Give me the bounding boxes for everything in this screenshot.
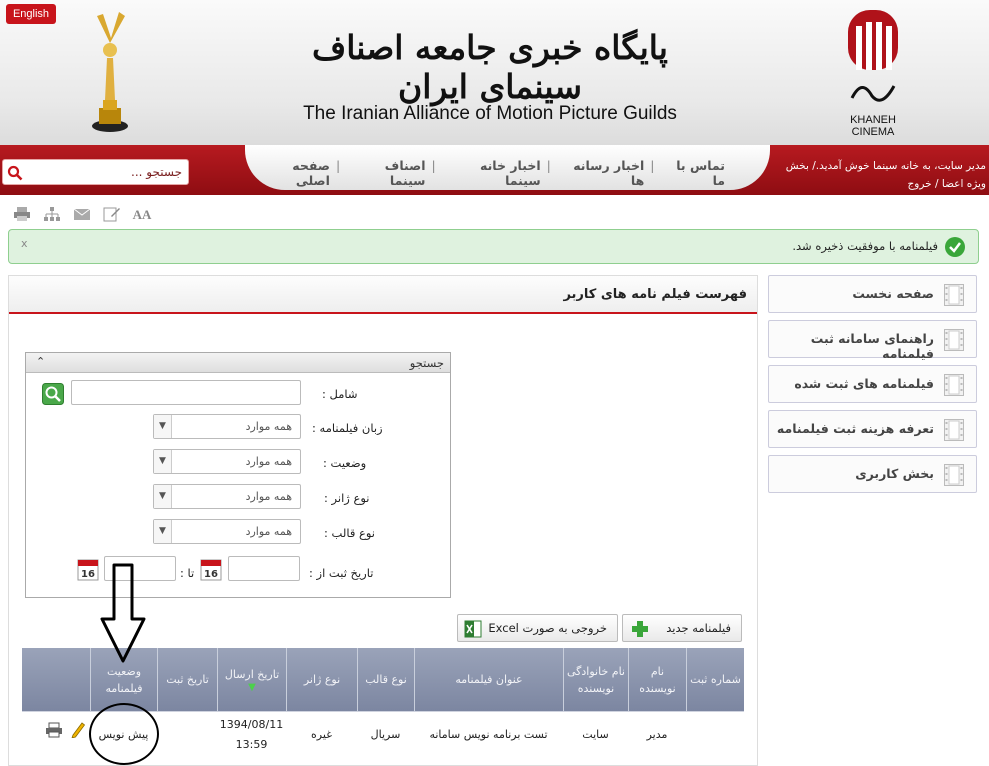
cell-reg-no [686,712,744,758]
export-excel-button[interactable]: خروجی به صورت Excel [457,614,618,642]
edit-pencil-icon[interactable] [70,720,86,738]
col-reg-date[interactable]: تاریخ ثبت [157,648,217,711]
cell-reg-date [157,712,217,758]
col-genre[interactable]: نوع ژانر [286,648,357,711]
logo-text-khaneh: KHANEH [850,114,896,126]
film-icon [944,419,964,441]
col-format[interactable]: نوع قالب [357,648,414,711]
site-search-input[interactable]: جستجو ... [2,159,189,185]
sitemap-icon[interactable] [42,206,62,224]
contains-input[interactable] [71,380,301,405]
sent-time: 13:59 [235,738,268,751]
khaneh-cinema-logo[interactable]: KHANEH CINEMA [842,8,904,138]
date-from-input[interactable] [228,556,300,581]
film-icon [944,464,964,486]
page-toolbar: AA [12,206,152,224]
col-sent-date[interactable]: تاریخ ارسال ▼ [217,648,286,711]
edit-icon[interactable] [102,206,122,224]
trophy-icon [92,12,128,132]
excel-icon [464,620,482,638]
welcome-line-1[interactable]: مدیر سایت، به خانه سینما خوش آمدید./ بخش [776,157,986,175]
film-icon [944,374,964,396]
nav-contact[interactable]: تماس با ما [661,158,725,188]
col-reg-no[interactable]: شماره ثبت [686,648,744,711]
sidebar-item-label: راهنمای سامانه ثبت فیلمنامه [810,331,934,361]
welcome-text: مدیر سایت، به خانه سینما خوش آمدید./ بخش… [776,157,986,193]
date-from-label: تاریخ ثبت از : [309,566,374,580]
genre-label: نوع ژانر : [324,491,370,505]
site-title-english: The Iranian Alliance of Motion Picture G… [303,103,677,124]
contains-label: شامل : [322,387,358,401]
alert-message: فیلمنامه با موفقیت ذخیره شد. [792,239,938,253]
sidebar-item-label: صفحه نخست [852,286,934,301]
main-panel-header: فهرست فیلم نامه های کاربر [9,276,757,314]
chevron-down-icon: ▼ [154,520,172,543]
calendar-day: 16 [204,569,218,580]
sidebar-item-user-area[interactable]: بخش کاربری [768,455,977,493]
search-go-icon[interactable] [42,383,64,405]
col-author-last[interactable]: نام خانوادگی نویسنده [563,648,628,711]
calendar-icon[interactable]: 16 [200,557,222,581]
sidebar-item-home[interactable]: صفحه نخست [768,275,977,313]
cell-author-last: سایت [582,728,609,741]
annotation-circle [89,703,159,765]
cell-title: تست برنامه نویس سامانه [429,728,548,741]
nav-guilds[interactable]: اصناف سینما [346,158,426,188]
page-title: فهرست فیلم نامه های کاربر [563,287,747,302]
sidebar-item-label: بخش کاربری [855,466,934,481]
plus-icon [632,621,648,637]
email-icon[interactable] [72,206,92,224]
cell-format: سریال [370,728,401,741]
sent-date: 1394/08/11 [219,718,284,731]
status-label: وضعیت : [323,456,367,470]
sidebar-item-guide[interactable]: راهنمای سامانه ثبت فیلمنامه [768,320,977,361]
language-select[interactable]: همه موارد ▼ [153,414,301,439]
film-icon [944,284,964,306]
sort-desc-icon: ▼ [248,682,256,693]
genre-select[interactable]: همه موارد ▼ [153,484,301,509]
format-select[interactable]: همه موارد ▼ [153,519,301,544]
cell-sent-date: 1394/08/11 13:59 [217,712,286,758]
search-placeholder: جستجو ... [131,165,182,179]
annotation-arrow-icon [100,563,146,663]
col-author-first[interactable]: نام نویسنده [628,648,686,711]
chevron-down-icon: ▼ [154,485,172,508]
english-language-button[interactable]: English [6,4,56,24]
nav-cinema-news[interactable]: اخبار خانه سینما [442,158,541,188]
status-select[interactable]: همه موارد ▼ [153,449,301,474]
cell-author-first: مدیر [646,728,668,741]
search-icon[interactable] [7,165,23,181]
cell-genre: غیره [311,728,332,741]
welcome-line-2[interactable]: ویژه اعضا / خروج [776,175,986,193]
chevron-down-icon: ▼ [154,415,172,438]
new-screenplay-button[interactable]: فیلمنامه جدید [622,614,742,642]
collapse-chevron-icon[interactable]: ⌃ [36,355,45,368]
print-icon[interactable] [12,206,32,224]
alert-close-button[interactable]: x [21,237,28,250]
sidebar-item-label: تعرفه هزینه ثبت فیلمنامه [776,421,934,436]
format-label: نوع قالب : [324,526,375,540]
col-title[interactable]: عنوان فیلمنامه [414,648,563,711]
sidebar-item-label: فیلمنامه های ثبت شده [794,376,934,391]
col-actions [22,648,90,711]
site-title-persian: پایگاه خبری جامعه اصناف سینمای ایران [311,28,668,106]
main-nav: صفحه اصلی | اصناف سینما | اخبار خانه سینما… [255,158,725,188]
film-icon [944,329,964,351]
chevron-down-icon: ▼ [154,450,172,473]
sidebar-item-fees[interactable]: تعرفه هزینه ثبت فیلمنامه [768,410,977,448]
nav-home[interactable]: صفحه اصلی [255,158,330,188]
print-icon[interactable] [45,722,63,738]
logo-text-cinema: CINEMA [852,126,895,138]
nav-media-news[interactable]: اخبار رسانه ها [557,158,644,188]
search-panel-header[interactable]: جستجو ⌃ [26,353,450,373]
calendar-icon[interactable]: 16 [77,557,99,581]
calendar-day: 16 [81,569,95,580]
language-label: زبان فیلمنامه : [312,421,383,435]
search-panel-title: جستجو [409,356,444,370]
date-to-label: تا : [180,566,195,580]
font-size-icon[interactable]: AA [132,206,152,224]
success-alert: x فیلمنامه با موفقیت ذخیره شد. [8,229,979,264]
sidebar-item-registered[interactable]: فیلمنامه های ثبت شده [768,365,977,403]
check-circle-icon [945,237,965,257]
